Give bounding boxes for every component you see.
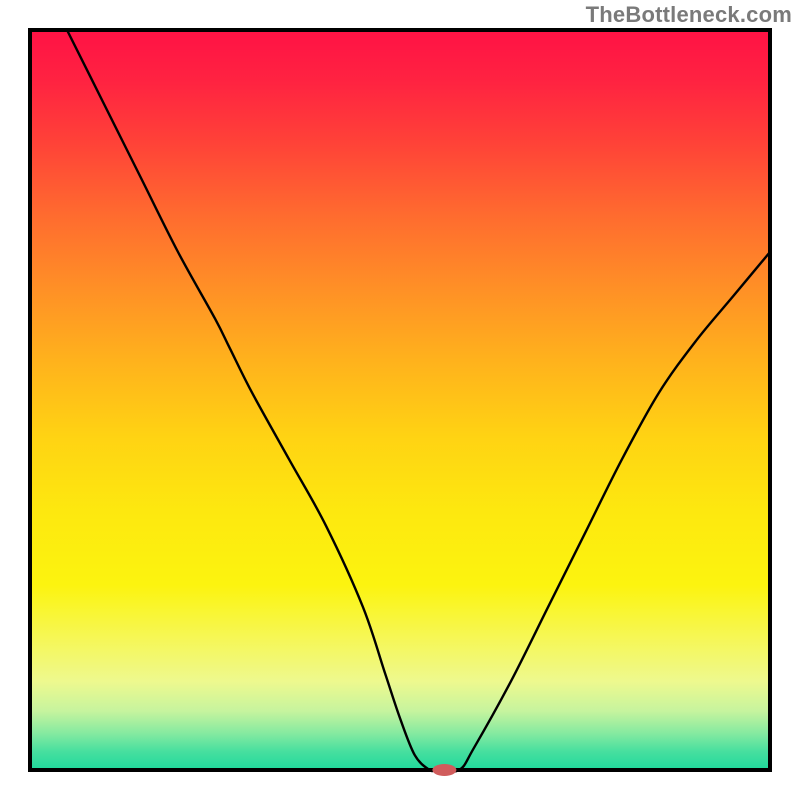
chart-svg [0,0,800,800]
plot-area [30,30,770,776]
bottleneck-chart: TheBottleneck.com [0,0,800,800]
plot-background [30,30,770,770]
optimal-marker [432,764,456,776]
attribution-label: TheBottleneck.com [586,2,792,28]
